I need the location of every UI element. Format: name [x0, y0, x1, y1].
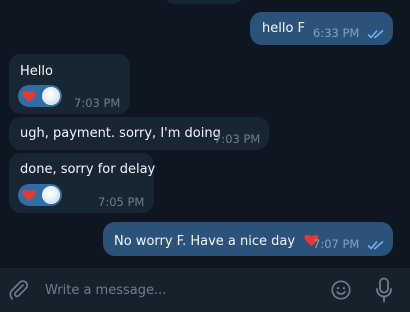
message-bubble-outgoing[interactable]: hello F 6:33 PM — [250, 12, 393, 45]
emoji-icon[interactable] — [330, 279, 352, 301]
message-time: 7:03 PM — [74, 96, 121, 110]
message-bubble-outgoing[interactable]: No worry F. Have a nice day 7:07 PM — [103, 222, 393, 256]
message-bubble-incoming[interactable]: Hello 7:03 PM — [9, 54, 130, 114]
message-text: No worry F. Have a nice day — [114, 232, 320, 249]
chat-area: hello F 6:33 PM Hello 7:03 PM ugh, payme… — [0, 0, 410, 267]
previous-message-fragment — [165, 0, 242, 4]
microphone-icon[interactable] — [375, 277, 393, 303]
message-time: 7:05 PM — [98, 195, 145, 209]
paperclip-icon[interactable] — [8, 279, 30, 301]
reaction-badge[interactable] — [18, 85, 62, 107]
heart-icon — [22, 90, 36, 102]
message-time: 6:33 PM — [313, 26, 360, 40]
double-check-icon — [367, 29, 384, 39]
reactor-avatar — [42, 186, 60, 204]
message-bubble-incoming[interactable]: done, sorry for delay 7:05 PM — [9, 153, 156, 213]
message-meta: 6:33 PM — [313, 26, 385, 40]
message-meta: 7:07 PM — [313, 237, 385, 251]
message-input[interactable] — [45, 280, 315, 300]
reaction-badge[interactable] — [18, 184, 62, 206]
message-time: 7:07 PM — [313, 237, 360, 251]
message-bubble-incoming[interactable]: ugh, payment. sorry, I'm doing 7:03 PM — [9, 117, 269, 150]
message-text: ugh, payment. sorry, I'm doing — [20, 126, 221, 141]
reactor-avatar — [42, 87, 60, 105]
double-check-icon — [367, 240, 384, 250]
message-text-content: No worry F. Have a nice day — [114, 234, 296, 249]
message-composer — [0, 267, 410, 312]
message-time: 7:03 PM — [214, 132, 261, 146]
message-text: Hello — [20, 64, 53, 79]
heart-icon — [22, 189, 36, 201]
message-text: done, sorry for delay — [20, 162, 156, 177]
message-text: hello F — [262, 21, 306, 36]
